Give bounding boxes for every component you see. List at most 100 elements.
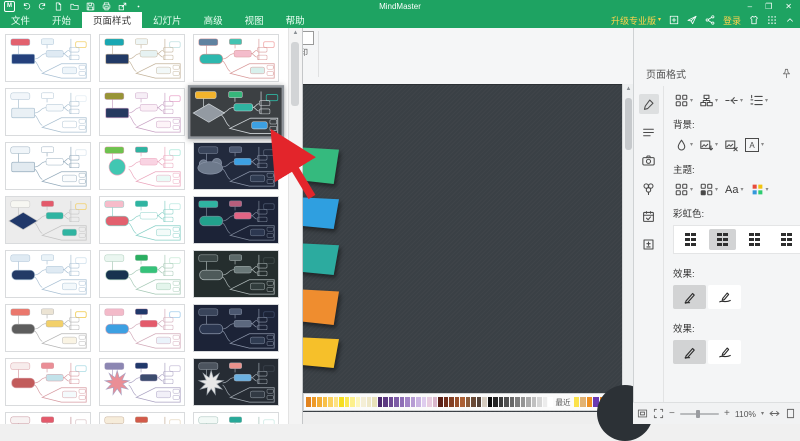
color-swatch[interactable] [421, 397, 426, 407]
remove-background-button[interactable] [723, 137, 740, 154]
theme-thumbnail[interactable] [193, 358, 279, 406]
theme-thumbnail[interactable] [193, 196, 279, 244]
color-swatch[interactable] [493, 397, 498, 407]
color-swatch[interactable] [460, 397, 465, 407]
theme-thumbnail[interactable] [5, 412, 91, 424]
collapse-ribbon-icon[interactable] [785, 15, 795, 25]
theme-thumbnail[interactable] [193, 412, 279, 424]
color-swatch[interactable] [405, 397, 410, 407]
page-view-icon[interactable] [785, 408, 796, 419]
theme-color-button[interactable]: ▾ [698, 181, 720, 198]
background-image-button[interactable]: ▾ [698, 137, 720, 154]
menu-tab-6[interactable]: 视图 [234, 12, 275, 28]
theme-thumbnail[interactable] [193, 142, 279, 190]
zoom-caret-icon[interactable]: ▾ [761, 411, 764, 417]
upgrade-pro-button[interactable]: 升级专业版 ▾ [611, 14, 661, 27]
theme-shirt-icon[interactable] [749, 15, 759, 25]
zoom-slider[interactable] [679, 409, 720, 418]
color-swatch[interactable] [427, 397, 432, 407]
structure-button[interactable]: ▾ [698, 92, 720, 109]
color-swatch[interactable] [537, 397, 542, 407]
theme-thumbnail[interactable] [5, 250, 91, 298]
menu-tab-5[interactable]: 高级 [193, 12, 234, 28]
pin-icon[interactable] [781, 68, 792, 79]
color-swatch[interactable] [465, 397, 470, 407]
clover-tab[interactable] [639, 178, 659, 198]
color-swatch[interactable] [377, 397, 382, 407]
theme-font-button[interactable]: Aa ▾ [723, 182, 745, 198]
theme-thumbnail[interactable] [99, 412, 185, 424]
theme-thumbnail[interactable] [193, 34, 279, 82]
color-swatch[interactable] [449, 397, 454, 407]
rainbow-option-2[interactable] [709, 229, 736, 250]
color-swatch[interactable] [548, 397, 553, 407]
background-fill-button[interactable]: ▾ [673, 137, 695, 154]
pen-effect-option-1[interactable] [673, 340, 706, 364]
theme-thumbnail[interactable] [99, 34, 185, 82]
menu-tab-4[interactable]: 幻灯片 [142, 12, 193, 28]
color-swatch[interactable] [383, 397, 388, 407]
fullscreen-view-icon[interactable] [653, 408, 664, 419]
theme-thumbnail[interactable] [5, 88, 91, 136]
layout-style-button[interactable]: ▾ [673, 92, 695, 109]
watermark-button[interactable]: A ▾ [743, 136, 766, 154]
color-swatch[interactable] [498, 397, 503, 407]
color-swatch[interactable] [487, 397, 492, 407]
gallery-scrollbar[interactable]: ▲ [288, 28, 302, 424]
color-swatch[interactable] [350, 397, 355, 407]
login-button[interactable]: 登录 [723, 14, 741, 27]
numbering-button[interactable]: ▾ [748, 92, 770, 109]
color-swatch[interactable] [355, 397, 360, 407]
color-swatch[interactable] [339, 397, 344, 407]
color-swatch[interactable] [317, 397, 322, 407]
format-brush-tab[interactable] [638, 94, 659, 114]
document-canvas[interactable] [291, 84, 622, 413]
theme-thumbnail[interactable] [5, 34, 91, 82]
theme-thumbnail[interactable] [5, 358, 91, 406]
menu-tab-2[interactable]: 开始 [41, 12, 82, 28]
export-icon[interactable] [118, 2, 127, 11]
color-swatch[interactable] [394, 397, 399, 407]
color-swatch[interactable] [311, 397, 316, 407]
color-swatch[interactable] [366, 397, 371, 407]
color-swatch[interactable] [333, 397, 338, 407]
pan-mode-icon[interactable] [769, 408, 780, 419]
color-swatch[interactable] [416, 397, 421, 407]
close-button[interactable]: ✕ [785, 2, 792, 11]
undo-icon[interactable] [22, 2, 31, 11]
fullscreen-icon[interactable] [669, 15, 679, 25]
theme-thumbnail[interactable] [5, 196, 91, 244]
theme-thumbnail[interactable] [99, 304, 185, 352]
scrollbar-thumb[interactable] [291, 42, 299, 106]
theme-gallery-button[interactable]: ▾ [673, 181, 695, 198]
theme-thumbnail[interactable] [193, 250, 279, 298]
recent-color-swatch[interactable] [573, 397, 579, 407]
color-swatch[interactable] [306, 397, 311, 407]
color-swatch[interactable] [399, 397, 404, 407]
minimize-button[interactable]: – [748, 2, 752, 11]
theme-thumbnail[interactable] [99, 88, 185, 136]
theme-thumbnail[interactable] [5, 142, 91, 190]
color-swatch[interactable] [482, 397, 487, 407]
theme-thumbnail[interactable] [99, 250, 185, 298]
send-icon[interactable] [687, 15, 697, 25]
snapshot-tab[interactable] [639, 150, 659, 170]
color-swatch[interactable] [344, 397, 349, 407]
theme-thumbnail-selected[interactable] [187, 85, 285, 139]
more-icon[interactable] [134, 2, 143, 11]
redo-icon[interactable] [38, 2, 47, 11]
print-icon[interactable] [102, 1, 111, 11]
theme-thumbnail[interactable] [99, 358, 185, 406]
theme-palette-button[interactable]: ▾ [749, 181, 771, 198]
connector-style-button[interactable]: ▾ [723, 92, 745, 109]
theme-thumbnail[interactable] [5, 304, 91, 352]
theme-thumbnail[interactable] [99, 142, 185, 190]
color-swatch[interactable] [454, 397, 459, 407]
outline-tab[interactable] [639, 122, 659, 142]
open-file-icon[interactable] [70, 2, 79, 11]
color-swatch[interactable] [520, 397, 525, 407]
recent-color-swatch[interactable] [580, 397, 586, 407]
rainbow-option-3[interactable] [741, 229, 768, 250]
color-swatch[interactable] [476, 397, 481, 407]
rainbow-option-1[interactable] [677, 229, 704, 250]
